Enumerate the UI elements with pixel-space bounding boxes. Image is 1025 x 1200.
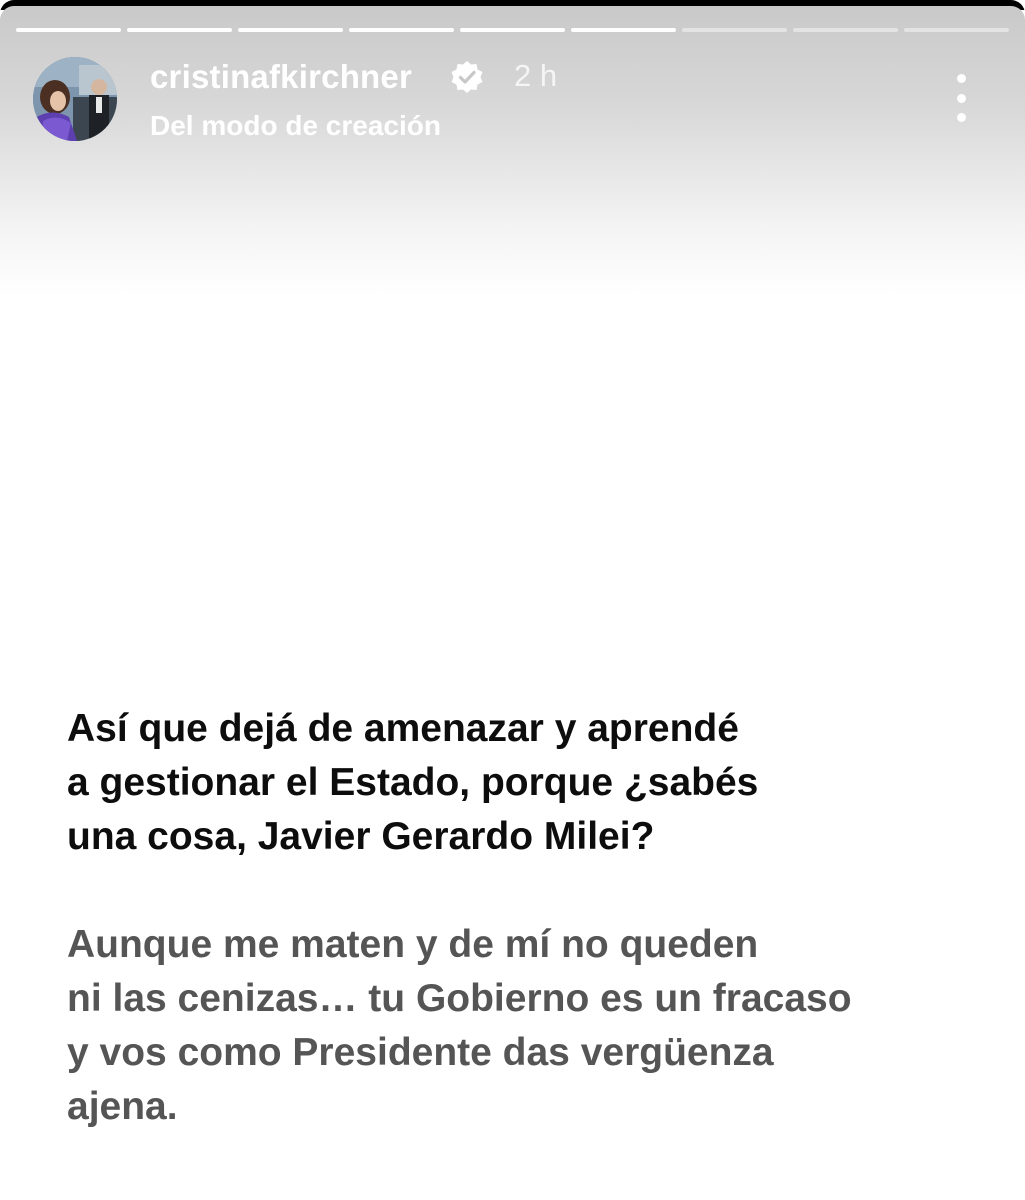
progress-segment xyxy=(571,28,676,32)
ellipsis-dot xyxy=(956,93,966,103)
header-gradient xyxy=(0,6,1025,296)
verified-badge-icon xyxy=(451,61,483,93)
story-text-paragraph-1: Así que dejá de amenazar y aprendé a ges… xyxy=(67,707,759,858)
more-options-button[interactable] xyxy=(944,74,978,122)
progress-segment xyxy=(682,28,787,32)
progress-segment xyxy=(16,28,121,32)
username[interactable]: cristinafkirchner xyxy=(150,58,412,96)
story-progress-bar xyxy=(16,28,1009,32)
story-text-paragraph-2: Aunque me maten y de mí no queden ni las… xyxy=(67,923,852,1128)
progress-segment xyxy=(460,28,565,32)
progress-segment xyxy=(349,28,454,32)
post-time: 2 h xyxy=(514,58,558,93)
progress-segment xyxy=(238,28,343,32)
story-viewer[interactable]: cristinafkirchner 2 h Del modo de creaci… xyxy=(0,0,1025,1200)
vertical-ellipsis-icon xyxy=(956,74,966,83)
profile-photo xyxy=(33,57,117,141)
progress-segment xyxy=(904,28,1009,32)
creation-mode-label[interactable]: Del modo de creación xyxy=(150,110,441,142)
progress-segment xyxy=(793,28,898,32)
avatar[interactable] xyxy=(33,57,117,141)
ellipsis-dot xyxy=(956,113,966,122)
progress-segment xyxy=(127,28,232,32)
